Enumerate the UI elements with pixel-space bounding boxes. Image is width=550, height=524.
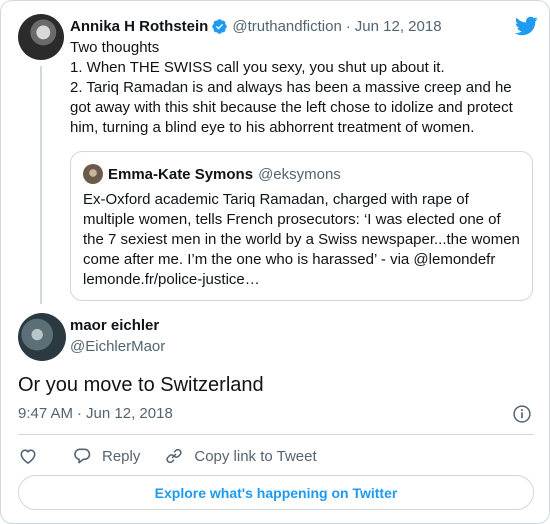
quoted-tweet[interactable]: Emma-Kate Symons @eksymons Ex-Oxford aca… [70,151,533,301]
parent-text-line: Two thoughts [70,39,160,56]
explore-twitter-button[interactable]: Explore what's happening on Twitter [18,475,534,510]
speech-bubble-icon [74,448,91,464]
quoted-author-avatar [83,164,103,184]
header-separator: · [345,17,351,35]
parent-tweet-header: Annika H Rothstein @truthandfiction · Ju… [70,15,442,37]
twitter-bird-icon[interactable] [514,14,538,38]
action-divider [18,434,534,435]
quoted-text-link: lemonde.fr/police-justice… [83,271,260,288]
info-icon[interactable] [512,404,532,424]
parent-author-avatar[interactable] [18,14,64,60]
copy-link-label: Copy link to Tweet [194,447,317,465]
parent-text-line: 2. Tariq Ramadan is and always has been … [70,79,512,96]
quoted-text-line: come after me. I’m the one who is harass… [83,251,496,268]
main-author-avatar[interactable] [18,313,66,361]
quoted-author-name: Emma-Kate Symons [108,165,254,183]
thread-connector-line [40,66,42,304]
verified-badge-icon [212,18,228,34]
reply-label: Reply [102,447,141,465]
embedded-tweet-card: Annika H Rothstein @truthandfiction · Ju… [0,0,550,524]
parent-tweet-text: Two thoughts 1. When THE SWISS call you … [70,38,538,138]
like-button[interactable] [18,446,38,466]
main-author-handle[interactable]: @EichlerMaor [70,338,165,355]
parent-author-name[interactable]: Annika H Rothstein [70,18,208,35]
main-tweet-text: Or you move to Switzerland [18,374,264,396]
parent-text-line: him, turning a blind eye to his abhorren… [70,119,475,136]
reply-button[interactable]: Reply [72,446,140,466]
parent-tweet-date[interactable]: Jun 12, 2018 [355,18,442,35]
quoted-tweet-text: Ex-Oxford academic Tariq Ramadan, charge… [83,190,523,290]
copy-link-button[interactable]: Copy link to Tweet [164,446,317,466]
link-icon [166,448,183,464]
tweet-date[interactable]: Jun 12, 2018 [86,405,173,422]
parent-text-line: 1. When THE SWISS call you sexy, you shu… [70,59,445,76]
parent-author-handle[interactable]: @truthandfiction [232,18,341,35]
main-tweet-timestamp[interactable]: 9:47 AM · Jun 12, 2018 [18,405,173,422]
quoted-tweet-header: Emma-Kate Symons @eksymons [83,164,341,184]
timestamp-separator: · [77,405,83,422]
quoted-author-handle: @eksymons [258,165,341,183]
quoted-text-line: the 7 sexiest men in the world by a Swis… [83,231,520,248]
quoted-text-line: Ex-Oxford academic Tariq Ramadan, charge… [83,191,469,208]
tweet-actions: Reply Copy link to Tweet [18,444,317,468]
quoted-text-line: multiple women, tells French prosecutors… [83,211,501,228]
parent-tweet[interactable]: Annika H Rothstein @truthandfiction · Ju… [18,14,538,304]
main-author-name[interactable]: maor eichler [70,317,159,334]
parent-text-line: got away with this shit because the left… [70,99,513,116]
heart-icon [20,449,36,464]
tweet-time[interactable]: 9:47 AM [18,405,73,422]
